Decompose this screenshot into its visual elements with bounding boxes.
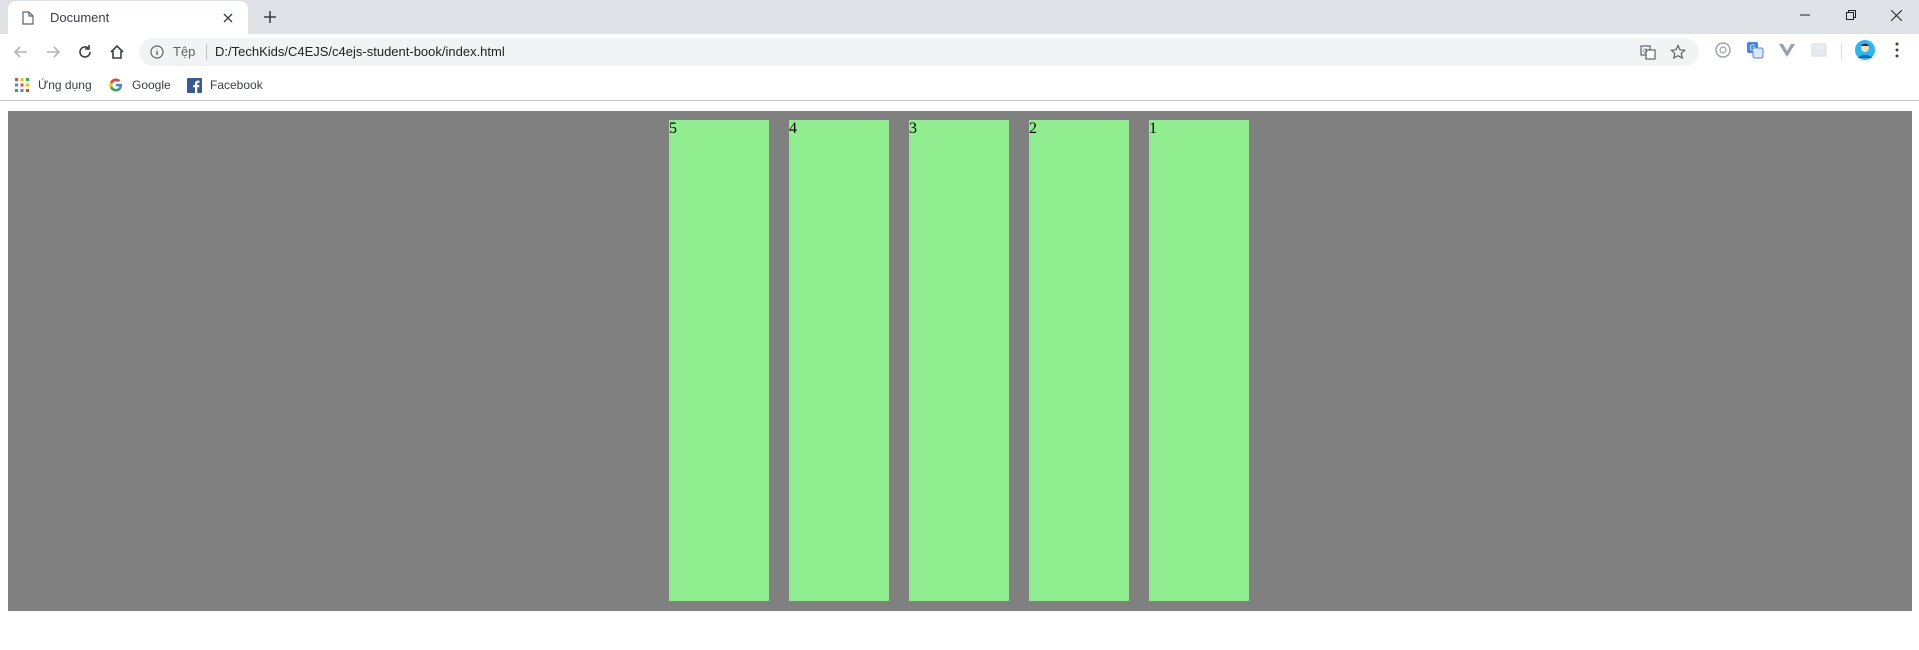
svg-text:G: G bbox=[1643, 49, 1648, 55]
tab-title: Document bbox=[50, 10, 110, 25]
vue-devtools-icon[interactable] bbox=[1775, 38, 1799, 62]
new-tab-button[interactable] bbox=[259, 6, 281, 28]
page-container: 5 4 3 2 1 bbox=[8, 111, 1912, 611]
tab-strip: Document bbox=[0, 0, 1919, 34]
address-bar[interactable]: Tệp D:/TechKids/C4EJS/c4ejs-student-book… bbox=[139, 38, 1699, 66]
svg-text:G: G bbox=[1750, 44, 1756, 53]
apps-grid-icon bbox=[14, 77, 30, 93]
box-4: 4 bbox=[789, 120, 889, 601]
bookmark-facebook[interactable]: Facebook bbox=[186, 75, 263, 95]
divider bbox=[206, 44, 207, 60]
tab-document[interactable]: Document bbox=[8, 1, 248, 34]
window-close-icon[interactable] bbox=[1873, 0, 1919, 30]
home-icon[interactable] bbox=[103, 38, 131, 66]
bookmark-label: Google bbox=[132, 78, 171, 92]
box-2: 2 bbox=[1029, 120, 1129, 601]
scheme-label: Tệp bbox=[173, 44, 196, 59]
google-icon bbox=[108, 77, 124, 93]
browser-toolbar: Tệp D:/TechKids/C4EJS/c4ejs-student-book… bbox=[0, 34, 1919, 70]
reload-icon[interactable] bbox=[71, 38, 99, 66]
box-3: 3 bbox=[909, 120, 1009, 601]
page-icon bbox=[20, 10, 36, 26]
extension-circle-icon[interactable] bbox=[1711, 38, 1735, 62]
bookmark-label: Facebook bbox=[210, 78, 263, 92]
bookmark-apps[interactable]: Ứng dụng bbox=[14, 75, 92, 95]
star-icon[interactable] bbox=[1668, 42, 1688, 62]
divider bbox=[1841, 44, 1842, 60]
bookmark-google[interactable]: Google bbox=[108, 75, 171, 95]
box-row: 5 4 3 2 1 bbox=[669, 120, 1249, 601]
more-menu-icon[interactable] bbox=[1885, 38, 1909, 62]
translate-icon[interactable]: G bbox=[1638, 42, 1658, 62]
info-icon[interactable] bbox=[149, 44, 165, 60]
minimize-icon[interactable] bbox=[1782, 0, 1828, 30]
extension-box-icon[interactable] bbox=[1807, 38, 1831, 62]
close-icon[interactable] bbox=[218, 8, 238, 28]
avatar[interactable] bbox=[1853, 38, 1877, 62]
url-text[interactable]: D:/TechKids/C4EJS/c4ejs-student-book/ind… bbox=[215, 44, 505, 60]
bookmarks-bar: Ứng dụng Google Facebook bbox=[0, 70, 1919, 101]
back-arrow-icon[interactable] bbox=[7, 38, 35, 66]
box-1: 1 bbox=[1149, 120, 1249, 601]
box-5: 5 bbox=[669, 120, 769, 601]
bookmark-label: Ứng dụng bbox=[38, 78, 92, 92]
translate-extension-icon[interactable]: G bbox=[1743, 38, 1767, 62]
facebook-icon bbox=[186, 77, 202, 93]
restore-icon[interactable] bbox=[1828, 0, 1874, 30]
forward-arrow-icon[interactable] bbox=[39, 38, 67, 66]
